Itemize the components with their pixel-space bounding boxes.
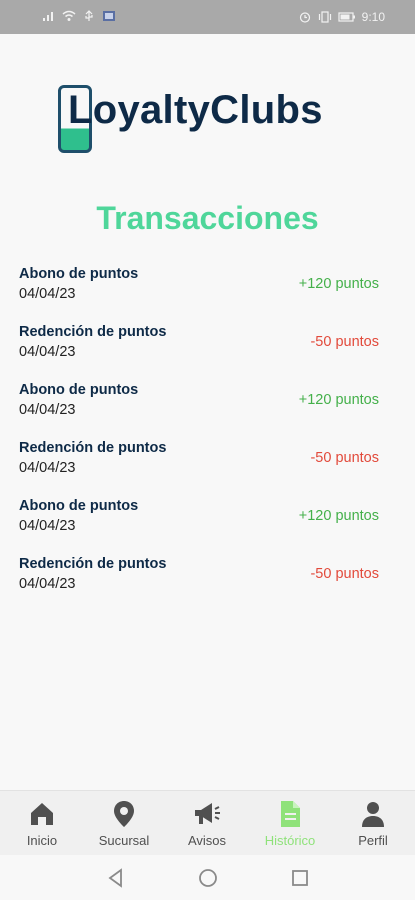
home-icon bbox=[31, 803, 53, 825]
nav-label: Inicio bbox=[26, 833, 58, 848]
nfc-icon bbox=[103, 11, 115, 21]
transaction-row: Redención de puntos 04/04/23 -50 puntos bbox=[0, 554, 415, 612]
nav-item-perfil[interactable]: Perfil bbox=[333, 799, 413, 848]
alarm-icon bbox=[299, 12, 310, 23]
transaction-type: Abono de puntos bbox=[19, 498, 139, 514]
wifi-icon bbox=[62, 10, 76, 21]
transaction-row: Abono de puntos 04/04/23 +120 puntos bbox=[0, 496, 415, 554]
transaction-row: Abono de puntos 04/04/23 +120 puntos bbox=[0, 380, 415, 438]
logo-text: LoyaltyClubs bbox=[68, 88, 323, 132]
transaction-type: Redención de puntos bbox=[19, 324, 167, 340]
status-time: 9:10 bbox=[361, 10, 385, 24]
page-title: Transacciones bbox=[96, 200, 319, 236]
transaction-date: 04/04/23 bbox=[19, 518, 76, 534]
vibrate-icon bbox=[318, 11, 331, 23]
nav-item-avisos[interactable]: Avisos bbox=[167, 799, 247, 848]
status-left-icons bbox=[42, 10, 116, 22]
recents-icon[interactable] bbox=[288, 866, 312, 890]
nav-label: Histórico bbox=[264, 833, 316, 848]
nav-item-sucursal[interactable]: Sucursal bbox=[84, 799, 164, 848]
transaction-date: 04/04/23 bbox=[19, 286, 76, 302]
transaction-amount: -50 puntos bbox=[310, 334, 379, 350]
transaction-date: 04/04/23 bbox=[19, 402, 76, 418]
status-right-icons: 9:10 bbox=[298, 10, 385, 24]
nav-item-inicio[interactable]: Inicio bbox=[2, 799, 82, 848]
back-icon[interactable] bbox=[104, 866, 128, 890]
transaction-type: Redención de puntos bbox=[19, 556, 167, 572]
app-logo: LoyaltyClubs bbox=[58, 82, 358, 156]
transaction-type: Abono de puntos bbox=[19, 266, 139, 282]
transaction-amount: +120 puntos bbox=[298, 508, 379, 524]
usb-icon bbox=[85, 10, 93, 21]
nav-label: Avisos bbox=[187, 833, 227, 848]
transaction-date: 04/04/23 bbox=[19, 344, 76, 360]
nav-label: Perfil bbox=[358, 833, 388, 848]
transaction-row: Abono de puntos 04/04/23 +120 puntos bbox=[0, 264, 415, 322]
megaphone-icon bbox=[195, 803, 220, 824]
status-bar: 9:10 bbox=[0, 0, 415, 34]
transaction-row: Redención de puntos 04/04/23 -50 puntos bbox=[0, 322, 415, 380]
document-icon bbox=[281, 801, 300, 827]
transaction-amount: -50 puntos bbox=[310, 450, 379, 466]
transaction-amount: +120 puntos bbox=[298, 276, 379, 292]
home-button-icon[interactable] bbox=[196, 866, 220, 890]
nav-label: Sucursal bbox=[98, 833, 150, 848]
transaction-amount: +120 puntos bbox=[298, 392, 379, 408]
system-nav-bar bbox=[0, 856, 415, 900]
bottom-nav: Inicio Sucursal Avisos Histórico Perfil bbox=[0, 790, 415, 855]
battery-icon bbox=[338, 12, 355, 22]
transaction-type: Redención de puntos bbox=[19, 440, 167, 456]
transaction-date: 04/04/23 bbox=[19, 460, 76, 476]
person-icon bbox=[362, 802, 384, 827]
transaction-list: Abono de puntos 04/04/23 +120 puntos Red… bbox=[0, 264, 415, 612]
location-pin-icon bbox=[114, 801, 134, 827]
transaction-date: 04/04/23 bbox=[19, 576, 76, 592]
transaction-amount: -50 puntos bbox=[310, 566, 379, 582]
signal-icon bbox=[43, 12, 53, 21]
transaction-type: Abono de puntos bbox=[19, 382, 139, 398]
nav-item-historico[interactable]: Histórico bbox=[250, 799, 330, 848]
transaction-row: Redención de puntos 04/04/23 -50 puntos bbox=[0, 438, 415, 496]
